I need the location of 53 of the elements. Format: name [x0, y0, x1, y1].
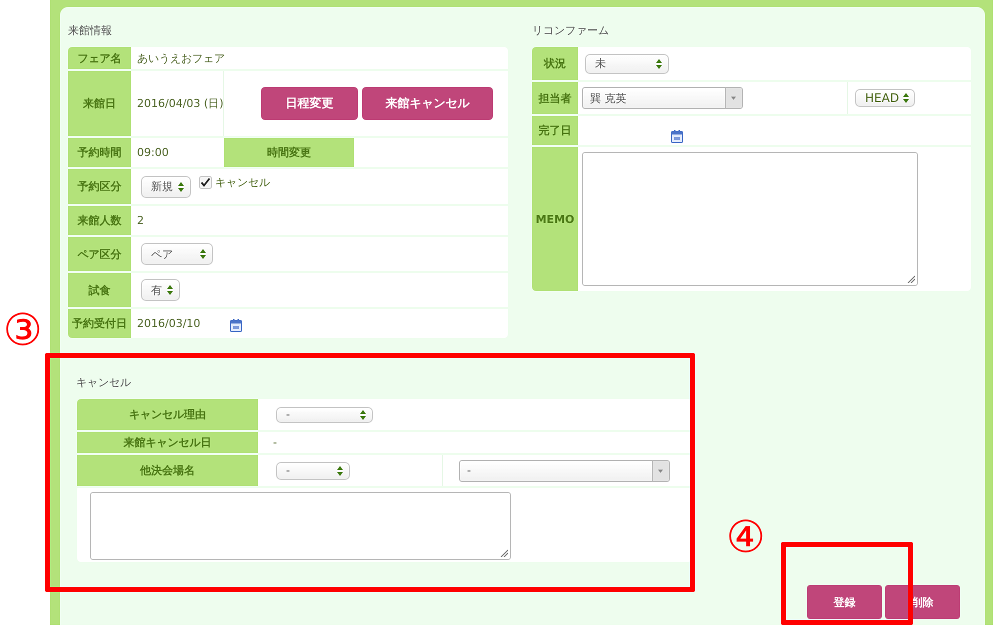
- field-value: -: [273, 436, 277, 449]
- field-label: 来館キャンセル日: [77, 432, 258, 453]
- field-value: 09:00: [137, 146, 169, 159]
- section-title: キャンセル: [76, 376, 132, 391]
- updown-arrows-icon: [178, 182, 184, 192]
- field-value: あいうえおフェア: [137, 50, 225, 66]
- resize-grip-icon[interactable]: [907, 275, 915, 283]
- action-button[interactable]: 来館キャンセル: [362, 87, 493, 120]
- updown-arrows-icon: [167, 285, 173, 295]
- field-label: 完了日: [532, 116, 578, 145]
- annotation-number: ④: [726, 514, 766, 562]
- select-field[interactable]: 新規: [141, 176, 191, 198]
- calendar-icon[interactable]: [230, 319, 242, 332]
- select-field[interactable]: -: [276, 406, 373, 422]
- field-label: キャンセル理由: [77, 399, 258, 430]
- calendar-icon[interactable]: [671, 130, 683, 143]
- field-label: 試食: [68, 273, 131, 307]
- field-value: 2016/04/03 (日): [137, 96, 224, 111]
- field-label: 他決会場名: [77, 455, 258, 486]
- field-label: MEMO: [532, 147, 578, 291]
- memo-field[interactable]: [90, 492, 511, 560]
- updown-arrows-icon: [337, 466, 343, 476]
- combo-field[interactable]: -: [459, 460, 670, 482]
- section-title: 来館情報: [68, 24, 113, 39]
- updown-arrows-icon: [360, 410, 366, 420]
- field-label: 来館日: [68, 71, 131, 136]
- checkbox-label[interactable]: キャンセル: [215, 175, 270, 190]
- field-value: 2016/03/10: [137, 317, 200, 330]
- updown-arrows-icon: [656, 58, 662, 68]
- field-label: 予約区分: [68, 169, 131, 204]
- memo-field[interactable]: [582, 152, 918, 286]
- action-button[interactable]: 日程変更: [261, 87, 358, 120]
- field-label: フェア名: [68, 47, 131, 69]
- select-field[interactable]: 未: [585, 54, 669, 74]
- field-label: 担当者: [532, 82, 578, 114]
- form-button[interactable]: 登録: [807, 585, 882, 619]
- field-label: ペア区分: [68, 237, 131, 271]
- section-title: リコンファーム: [532, 24, 610, 39]
- select-field[interactable]: -: [276, 462, 350, 480]
- field-label: 来館人数: [68, 206, 131, 235]
- field-value: 2: [137, 214, 144, 227]
- field-label: 状況: [532, 47, 578, 80]
- updown-arrows-icon: [903, 93, 910, 103]
- checkbox[interactable]: [199, 176, 212, 189]
- updown-arrows-icon: [200, 249, 206, 259]
- field-label: 予約受付日: [68, 309, 131, 338]
- field-label: 予約時間: [68, 138, 131, 167]
- select-field[interactable]: HEAD: [855, 89, 915, 107]
- combo-field[interactable]: 巽 克英: [582, 87, 743, 109]
- select-field[interactable]: ペア: [141, 243, 213, 265]
- select-field[interactable]: 有: [141, 279, 180, 301]
- resize-grip-icon[interactable]: [500, 549, 508, 557]
- annotation-number: ③: [3, 307, 42, 355]
